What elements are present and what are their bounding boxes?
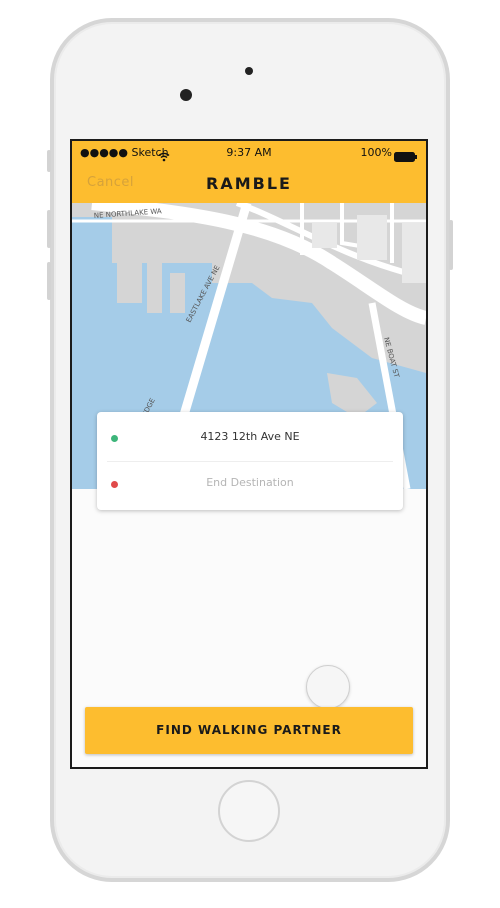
- speaker-dot: [245, 67, 253, 75]
- header-bar: ●●●●● Sketch 9:37 AM 100% Cancel RAMBLE: [72, 141, 426, 203]
- start-location-row[interactable]: 4123 12th Ave NE: [97, 416, 403, 460]
- card-divider: [107, 461, 393, 462]
- find-walking-partner-button[interactable]: FIND WALKING PARTNER: [85, 707, 413, 754]
- silent-switch: [47, 150, 51, 172]
- power-button: [449, 220, 453, 270]
- front-camera: [180, 89, 192, 101]
- route-card: 4123 12th Ave NE End Destination: [97, 412, 403, 510]
- status-battery-percent: 100%: [360, 146, 392, 159]
- home-button[interactable]: [218, 780, 280, 842]
- app-screen: ●●●●● Sketch 9:37 AM 100% Cancel RAMBLE: [70, 139, 428, 769]
- volume-up-button: [47, 210, 51, 248]
- volume-down-button: [47, 262, 51, 300]
- start-location-value: 4123 12th Ave NE: [200, 430, 300, 443]
- end-destination-row[interactable]: End Destination: [97, 464, 403, 508]
- end-destination-input[interactable]: End Destination: [97, 476, 403, 489]
- battery-icon: [394, 147, 417, 166]
- page-title: RAMBLE: [206, 174, 292, 193]
- touch-indicator: [306, 665, 350, 709]
